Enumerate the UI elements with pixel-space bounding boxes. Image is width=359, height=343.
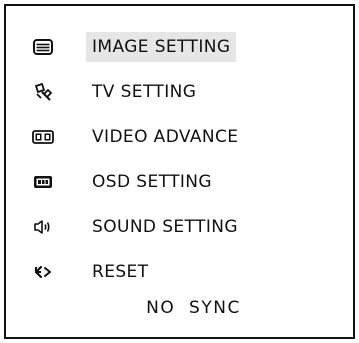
menu-item-image-setting[interactable]: IMAGE SETTING xyxy=(6,32,353,62)
osd-setting-icon xyxy=(32,171,54,193)
menu-item-label: VIDEO ADVANCE xyxy=(92,127,239,147)
menu-item-label: IMAGE SETTING xyxy=(86,32,237,62)
menu-item-label: RESET xyxy=(92,262,149,282)
no-sync-status: NO SYNC xyxy=(146,298,241,318)
tv-setting-icon xyxy=(32,81,54,103)
menu-item-label: OSD SETTING xyxy=(92,172,212,192)
menu-item-video-advance[interactable]: VIDEO ADVANCE xyxy=(6,122,353,152)
menu-item-label: TV SETTING xyxy=(92,82,197,102)
menu-item-reset[interactable]: RESET xyxy=(6,257,353,287)
video-advance-icon xyxy=(32,126,54,148)
menu-item-sound-setting[interactable]: SOUND SETTING xyxy=(6,212,353,242)
menu-item-label: SOUND SETTING xyxy=(92,217,238,237)
osd-menu-panel: IMAGE SETTING TV SETTING VIDEO ADVANCE O… xyxy=(4,4,355,339)
speaker-icon xyxy=(32,216,54,238)
image-setting-icon xyxy=(32,36,54,58)
reset-icon xyxy=(32,261,54,283)
menu-item-osd-setting[interactable]: OSD SETTING xyxy=(6,167,353,197)
menu-item-tv-setting[interactable]: TV SETTING xyxy=(6,77,353,107)
